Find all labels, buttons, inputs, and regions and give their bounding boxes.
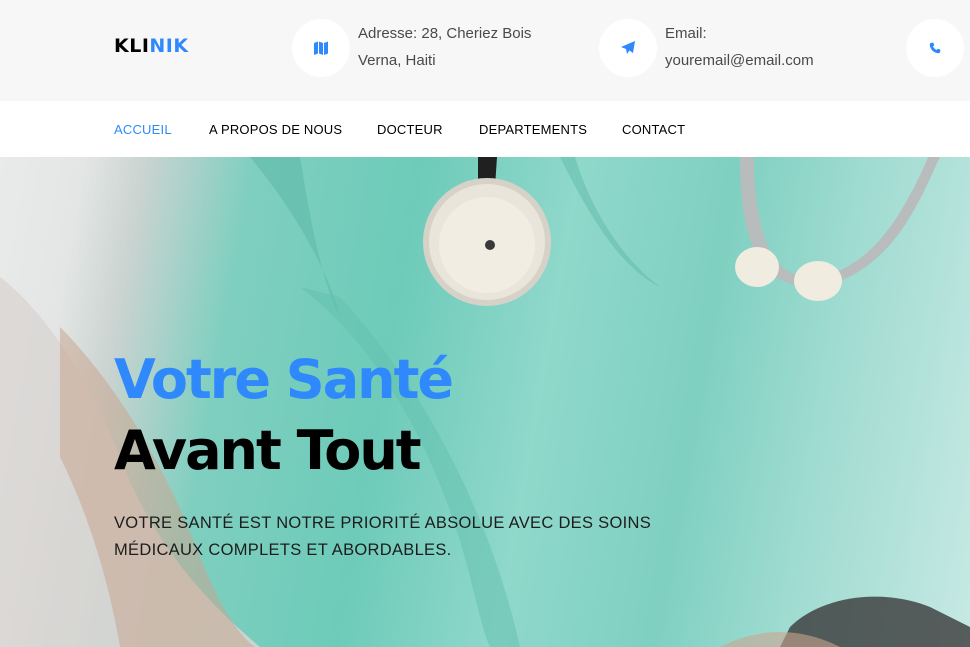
nav-item-docteur[interactable]: DOCTEUR [377,122,443,138]
email-address[interactable]: youremail@email.com [665,47,814,74]
nav-item-contact[interactable]: CONTACT [622,122,685,138]
nav-item-a-propos[interactable]: A PROPOS DE NOUS [209,122,342,138]
paper-plane-icon [621,41,635,54]
map-icon-circle [292,19,350,77]
paper-plane-icon-circle [599,19,657,77]
hero-section: Votre Santé Avant Tout VOTRE SANTÉ EST N… [0,157,970,647]
phone-icon-circle [906,19,964,77]
hero-title-line-1: Votre Santé [114,348,454,411]
hero-title-line-2: Avant Tout [114,419,422,482]
top-info-bar: KLINIK Adresse: 28, Cheriez Bois Verna, … [0,0,970,101]
email-info: Email: youremail@email.com [665,20,814,74]
address-line-1: Adresse: 28, Cheriez Bois [358,25,532,42]
phone-icon [929,42,941,54]
address-line-2: Verna, Haiti [358,52,436,69]
map-icon [314,41,328,55]
email-label: Email: [665,25,707,42]
nav-item-accueil[interactable]: ACCUEIL [114,122,172,138]
hero-subtitle: VOTRE SANTÉ EST NOTRE PRIORITÉ ABSOLUE A… [114,514,651,559]
logo-text-dark: KLI [114,35,150,57]
address-info: Adresse: 28, Cheriez Bois Verna, Haiti [358,20,531,74]
site-logo[interactable]: KLINIK [114,36,189,56]
logo-text-accent: NIK [149,35,189,57]
main-navigation: ACCUEIL A PROPOS DE NOUS DOCTEUR DEPARTE… [0,101,970,157]
nav-item-departements[interactable]: DEPARTEMENTS [479,122,587,138]
